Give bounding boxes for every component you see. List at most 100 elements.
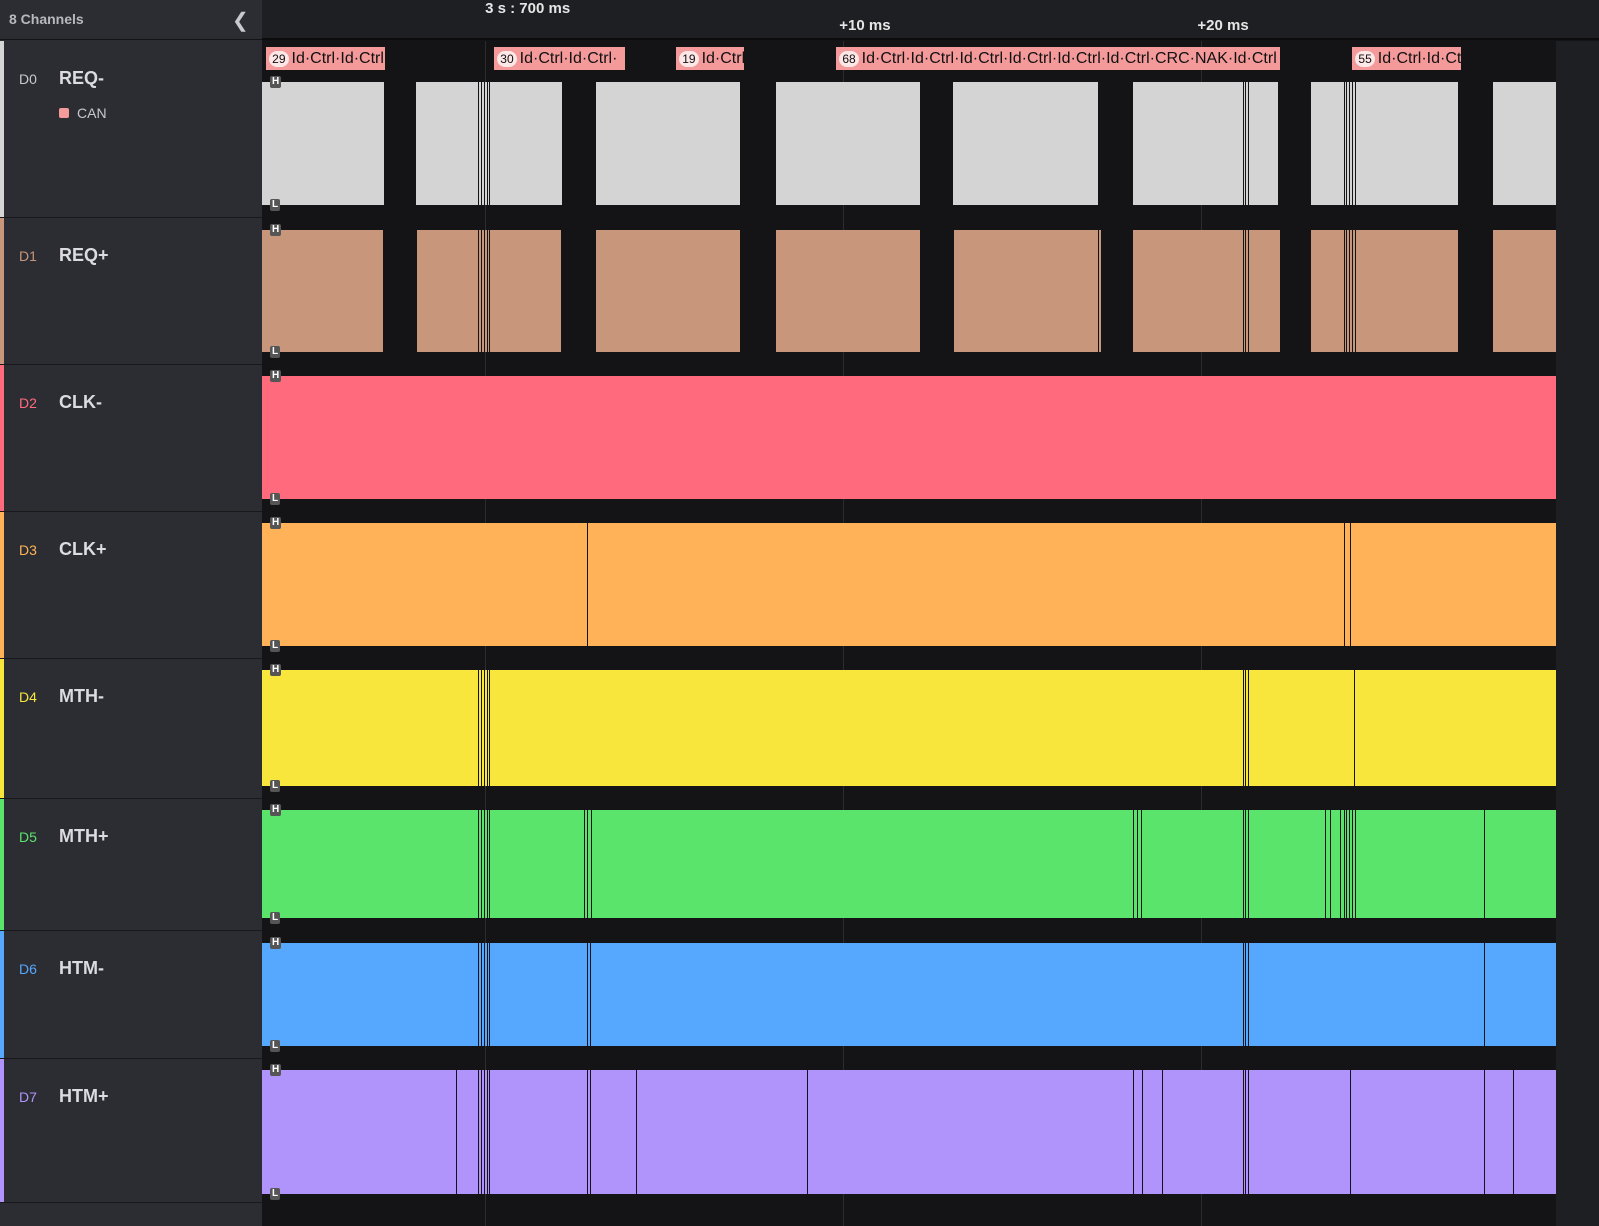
edge-transition [1346,810,1348,918]
frame-fields: Id·Ctrl [701,50,745,67]
edge-transition [1352,230,1354,352]
waveform-d6[interactable] [262,943,1556,1046]
low-segment [740,82,777,205]
can-frame[interactable]: 68 Id·Ctrl·Id·Ctrl·Id·Ctrl·Id·Ctrl·Id·Ctr… [836,47,1281,70]
edge-transition [456,1070,458,1194]
edge-transition [1355,230,1357,352]
channel-row-d2[interactable]: D2 CLK- [0,365,262,512]
vertical-scrollbar[interactable] [1556,41,1599,1226]
channel-row-d5[interactable]: D5 MTH+ [0,799,262,931]
channel-name[interactable]: HTM- [59,958,104,979]
edge-transition [1142,1070,1144,1194]
channels-count-title: 8 Channels [9,11,84,27]
waveform-d5[interactable] [262,810,1556,918]
channel-name[interactable]: MTH+ [59,826,109,847]
channel-name[interactable]: HTM+ [59,1086,109,1107]
edge-transition [1245,82,1247,205]
channel-row-d1[interactable]: D1 REQ+ [0,218,262,365]
waveform-d1[interactable] [262,230,1556,352]
level-high-marker: H [270,517,282,529]
edge-transition [489,1070,491,1194]
edge-transition [477,1070,479,1194]
chevron-left-icon[interactable]: ❮ [232,8,249,33]
edge-transition [1128,82,1129,205]
waveform-d3[interactable] [262,523,1556,646]
edge-transition [404,82,406,205]
edge-transition [1352,82,1354,205]
low-segment [383,230,418,352]
edge-transition [477,230,479,352]
channel-name[interactable]: MTH- [59,686,104,707]
edge-transition [1247,230,1249,352]
edge-transition [1350,1070,1352,1194]
edge-transition [587,1070,589,1194]
edge-transition [1247,943,1249,1046]
channel-name[interactable]: REQ+ [59,245,109,266]
frame-number-badge: 29 [269,51,289,67]
level-low-marker: L [270,1188,281,1200]
channel-color-bar [0,799,4,930]
time-tick-label: +20 ms [1197,17,1249,34]
waveform-area[interactable]: H L H L H L H L H L H L H L H L 29 Id·Ctrl·Id·Ctrl 30 Id·Ct… [262,41,1556,1226]
edge-transition [483,82,485,205]
edge-transition [1133,810,1135,918]
edge-transition [1247,670,1249,786]
frame-number-badge: 55 [1355,51,1375,67]
channel-color-bar [0,1059,4,1202]
edge-transition [590,810,592,918]
edge-transition [1162,1070,1164,1194]
edge-transition [489,810,491,918]
level-low-marker: L [270,640,281,652]
channel-row-d7[interactable]: D7 HTM+ [0,1059,262,1203]
edge-transition [1349,230,1351,352]
channel-name[interactable]: REQ- [59,68,104,89]
channel-row-d4[interactable]: D4 MTH- [0,659,262,799]
analyzer-label-can[interactable]: CAN [59,105,107,121]
edge-transition [486,670,488,786]
channel-id: D0 [19,71,37,87]
edge-transition [1349,810,1351,918]
edge-transition [583,810,585,918]
channel-id: D6 [19,961,37,977]
edge-transition [486,82,488,205]
frame-fields: Id·Ctrl·Id·Ctrl [1377,50,1461,67]
level-low-marker: L [270,493,281,505]
edge-transition [635,1070,637,1194]
channel-row-d6[interactable]: D6 HTM- [0,931,262,1059]
edge-transition [589,1070,591,1194]
edge-transition [929,82,931,205]
timeline-ruler[interactable]: 3 s : 700 ms +10 ms +20 ms [262,0,1599,40]
low-segment [1457,82,1493,205]
edge-transition [480,1070,482,1194]
can-frame[interactable]: 29 Id·Ctrl·Id·Ctrl [266,47,386,70]
level-high-marker: H [270,1064,282,1076]
channel-row-d0[interactable]: D0 REQ- CAN [0,41,262,218]
edge-transition [1307,82,1309,205]
channel-color-bar [0,659,4,798]
frame-fields: Id·Ctrl·Id·Ctrl· [519,50,618,67]
can-frame[interactable]: 19 Id·Ctrl [676,47,745,70]
waveform-d0[interactable] [262,82,1556,205]
low-segment [740,230,777,352]
edge-transition [489,230,491,352]
low-segment [1101,230,1134,352]
channel-name[interactable]: CLK- [59,392,102,413]
edge-transition [483,670,485,786]
waveform-d2[interactable] [262,376,1556,499]
edge-transition [1346,230,1348,352]
channel-name[interactable]: CLK+ [59,539,107,560]
can-frame[interactable]: 55Id·Ctrl·Id·Ctrl [1352,47,1461,70]
edge-transition [483,230,485,352]
waveform-d4[interactable] [262,670,1556,786]
channel-id: D4 [19,689,37,705]
level-low-marker: L [270,780,281,792]
edge-transition [1247,1070,1249,1194]
frame-number-badge: 19 [679,51,699,67]
waveform-d7[interactable] [262,1070,1556,1194]
edge-transition [480,230,482,352]
channel-row-d3[interactable]: D3 CLK+ [0,512,262,659]
frame-fields: Id·Ctrl·Id·Ctrl [291,50,384,67]
edge-transition [1355,810,1357,918]
can-frame[interactable]: 30 Id·Ctrl·Id·Ctrl· [494,47,625,70]
edge-transition [587,943,589,1046]
